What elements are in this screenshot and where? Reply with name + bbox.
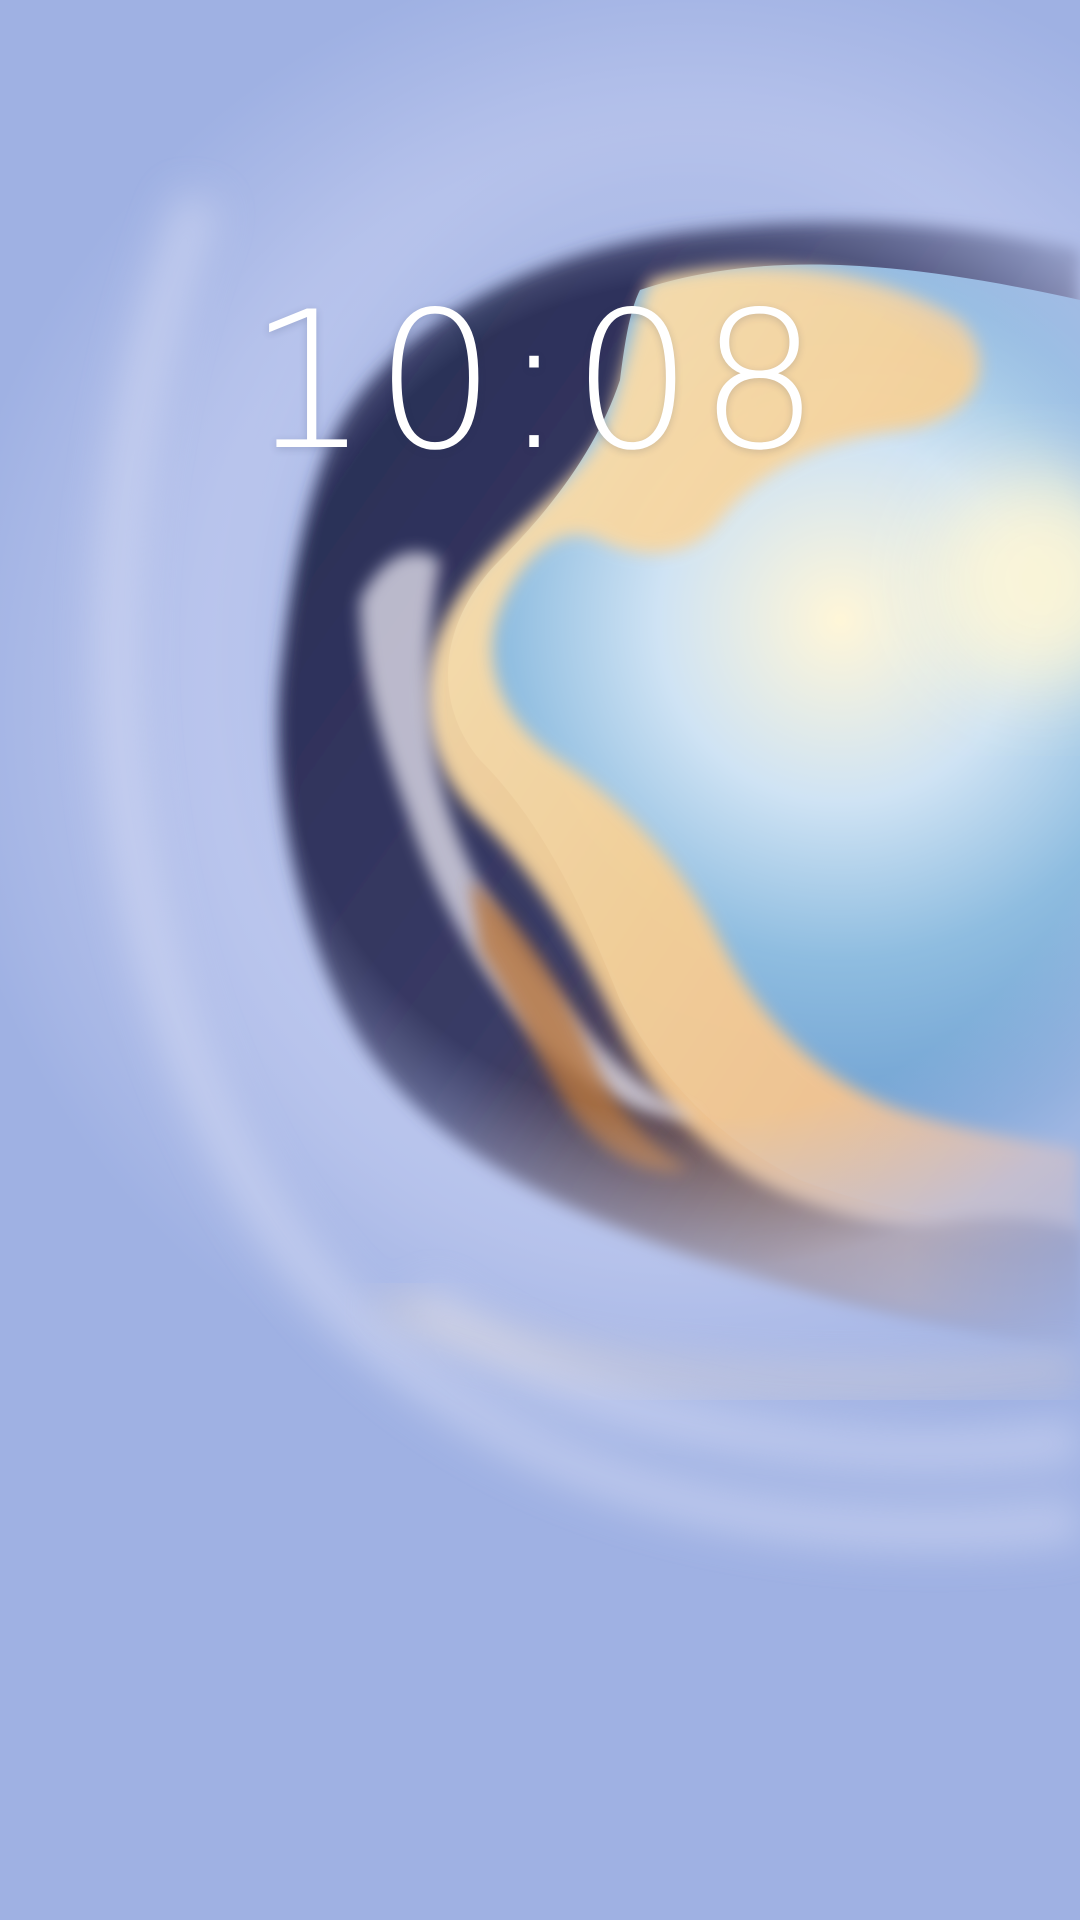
lockscreen-clock: 10:08 [248, 271, 826, 492]
lock-screen: 10:08 [0, 0, 1080, 1920]
